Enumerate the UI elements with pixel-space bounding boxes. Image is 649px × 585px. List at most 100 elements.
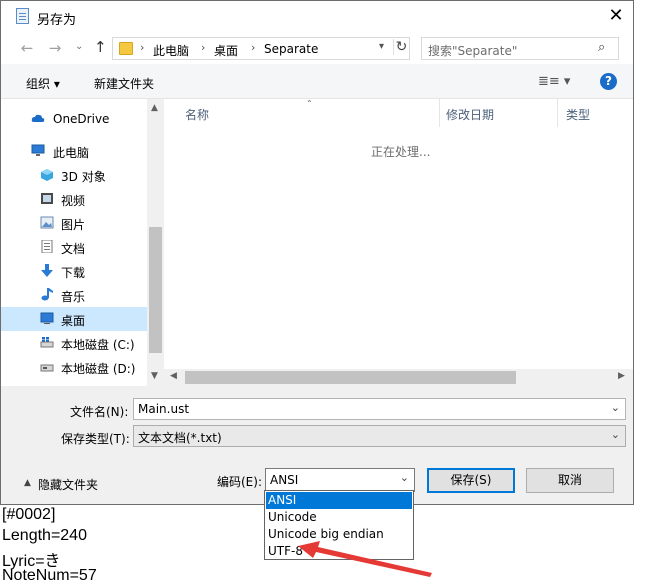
encoding-option-unicode[interactable]: Unicode (266, 509, 412, 526)
search-placeholder: 搜索"Separate" (428, 44, 518, 58)
sidebar-item-pictures[interactable]: 图片 (1, 211, 147, 235)
column-header-modified[interactable]: 修改日期 (446, 106, 494, 123)
chevron-up-icon[interactable]: ▲ (24, 478, 31, 488)
sidebar-item-label: 音乐 (61, 290, 86, 304)
column-divider[interactable] (439, 99, 440, 127)
sidebar-item-drive-c[interactable]: 本地磁盘 (C:) (1, 331, 147, 355)
sidebar-item-music[interactable]: 音乐 (1, 283, 147, 307)
encoding-option-unicode-big-endian[interactable]: Unicode big endian (266, 526, 412, 543)
sidebar-item-label: OneDrive (53, 112, 110, 126)
chevron-right-icon[interactable]: › (140, 41, 144, 54)
command-bar: 组织 ▾ 新建文件夹 ≣≡ ▾ ? (1, 64, 633, 99)
scroll-left-arrow-icon[interactable]: ◀ (170, 371, 177, 381)
search-icon: ⌕ (598, 40, 606, 55)
cancel-button[interactable]: 取消 (526, 468, 614, 493)
encoding-option-utf8[interactable]: UTF-8 (266, 543, 412, 560)
breadcrumb-separate[interactable]: Separate (264, 42, 318, 56)
cloud-icon (31, 114, 45, 122)
filename-field[interactable]: Main.ust ⌄ (133, 398, 626, 420)
save-button[interactable]: 保存(S) (427, 468, 515, 493)
drive-c-icon (40, 337, 54, 348)
address-row: ← → ⌄ ↑ › 此电脑 › 桌面 › Separate ▾ ↻ 搜索"Sep… (1, 32, 633, 64)
background-text-line: NoteNum=57 (2, 567, 97, 584)
recent-locations-chevron-icon[interactable]: ⌄ (75, 41, 83, 52)
search-box[interactable]: 搜索"Separate" ⌕ (421, 37, 619, 60)
background-text-line: Length=240 (2, 527, 87, 544)
encoding-dropdown-list: ANSI Unicode Unicode big endian UTF-8 (264, 490, 414, 560)
sidebar-item-desktop[interactable]: 桌面 (1, 307, 147, 331)
scrollbar-thumb[interactable] (149, 227, 162, 353)
sidebar-item-label: 本地磁盘 (C:) (61, 338, 135, 352)
hide-folders-button[interactable]: 隐藏文件夹 (38, 476, 98, 493)
filetype-select[interactable]: 文本文档(*.txt) ⌄ (133, 425, 626, 447)
address-dropdown-icon[interactable]: ▾ (379, 41, 384, 52)
new-folder-button[interactable]: 新建文件夹 (94, 75, 154, 92)
encoding-value: ANSI (270, 473, 299, 487)
scroll-down-arrow-icon[interactable]: ▼ (151, 371, 158, 381)
file-list-horizontal-scrollbar[interactable]: ◀ ▶ (164, 369, 633, 386)
computer-icon (31, 144, 45, 156)
notepad-icon (16, 8, 29, 24)
background-text-line: [#0002] (2, 506, 56, 523)
navigation-pane-scrollbar[interactable]: ▲ ▼ (147, 99, 164, 386)
column-divider[interactable] (557, 99, 558, 127)
sidebar-item-videos[interactable]: 视频 (1, 187, 147, 211)
sidebar-item-drive-d[interactable]: 本地磁盘 (D:) (1, 355, 147, 379)
address-bar[interactable]: › 此电脑 › 桌面 › Separate ▾ ↻ (112, 37, 410, 60)
column-header-type[interactable]: 类型 (566, 106, 590, 123)
folder-icon (119, 42, 133, 55)
dialog-title: 另存为 (37, 13, 77, 28)
view-options-icon[interactable]: ≣≡ ▾ (538, 74, 570, 89)
processing-status: 正在处理... (371, 145, 431, 159)
breadcrumb-this-pc[interactable]: 此电脑 (153, 42, 189, 59)
sort-ascending-icon: ⌃ (306, 99, 313, 108)
help-icon[interactable]: ? (600, 73, 617, 90)
encoding-option-ansi[interactable]: ANSI (266, 492, 412, 509)
sidebar-item-label: 本地磁盘 (D:) (61, 362, 136, 376)
sidebar-item-downloads[interactable]: 下载 (1, 259, 147, 283)
chevron-down-icon[interactable]: ⌄ (611, 428, 620, 441)
filetype-value: 文本文档(*.txt) (138, 431, 222, 445)
sidebar-item-label: 视频 (61, 194, 86, 208)
chevron-right-icon[interactable]: › (251, 41, 255, 54)
chevron-down-icon[interactable]: ⌄ (611, 401, 620, 414)
sidebar-item-documents[interactable]: 文档 (1, 235, 147, 259)
scroll-up-arrow-icon[interactable]: ▲ (151, 103, 158, 113)
refresh-icon[interactable]: ↻ (393, 39, 409, 55)
up-arrow-icon[interactable]: ↑ (94, 38, 107, 56)
scroll-right-arrow-icon[interactable]: ▶ (618, 371, 625, 381)
title-bar: 另存为 ✕ (1, 1, 633, 32)
chevron-down-icon[interactable]: ⌄ (400, 471, 409, 484)
sidebar-item-this-pc[interactable]: 此电脑 (1, 139, 147, 163)
sidebar-item-onedrive[interactable]: OneDrive (1, 107, 147, 131)
column-header-name[interactable]: 名称 (185, 106, 209, 123)
sidebar-item-label: 3D 对象 (61, 170, 106, 184)
file-list: ⌃ 名称 修改日期 类型 正在处理... (164, 99, 633, 386)
forward-arrow-icon[interactable]: → (47, 39, 63, 57)
navigation-pane: OneDrive 此电脑 3D 对象 视频 图片 文档 下载 音乐 桌面 本地磁… (1, 99, 147, 386)
chevron-right-icon[interactable]: › (201, 41, 205, 54)
picture-icon (40, 216, 54, 229)
sidebar-item-label: 图片 (61, 218, 86, 232)
sidebar-item-label: 桌面 (61, 314, 86, 328)
drive-d-icon (40, 364, 54, 372)
back-arrow-icon[interactable]: ← (19, 39, 35, 57)
filename-label: 文件名(N): (70, 405, 129, 419)
sidebar-item-label: 此电脑 (53, 146, 90, 160)
download-icon (41, 264, 53, 277)
sidebar-item-label: 下载 (61, 266, 86, 280)
save-as-dialog: 另存为 ✕ ← → ⌄ ↑ › 此电脑 › 桌面 › Separate ▾ ↻ … (0, 0, 634, 505)
filename-value: Main.ust (138, 402, 190, 416)
encoding-label: 编码(E): (217, 475, 262, 489)
sidebar-item-3d-objects[interactable]: 3D 对象 (1, 163, 147, 187)
encoding-select[interactable]: ANSI ⌄ (265, 468, 415, 492)
document-icon (41, 240, 53, 253)
scrollbar-thumb[interactable] (185, 371, 516, 384)
close-button[interactable]: ✕ (603, 4, 629, 30)
filetype-label: 保存类型(T): (61, 432, 130, 446)
organize-button[interactable]: 组织 ▾ (26, 75, 60, 92)
breadcrumb-desktop[interactable]: 桌面 (214, 42, 238, 59)
screen: [#0002] Length=240 Lyric=き NoteNum=57 [U… (0, 0, 649, 585)
music-icon (41, 288, 53, 301)
cube-3d-icon (41, 169, 53, 181)
